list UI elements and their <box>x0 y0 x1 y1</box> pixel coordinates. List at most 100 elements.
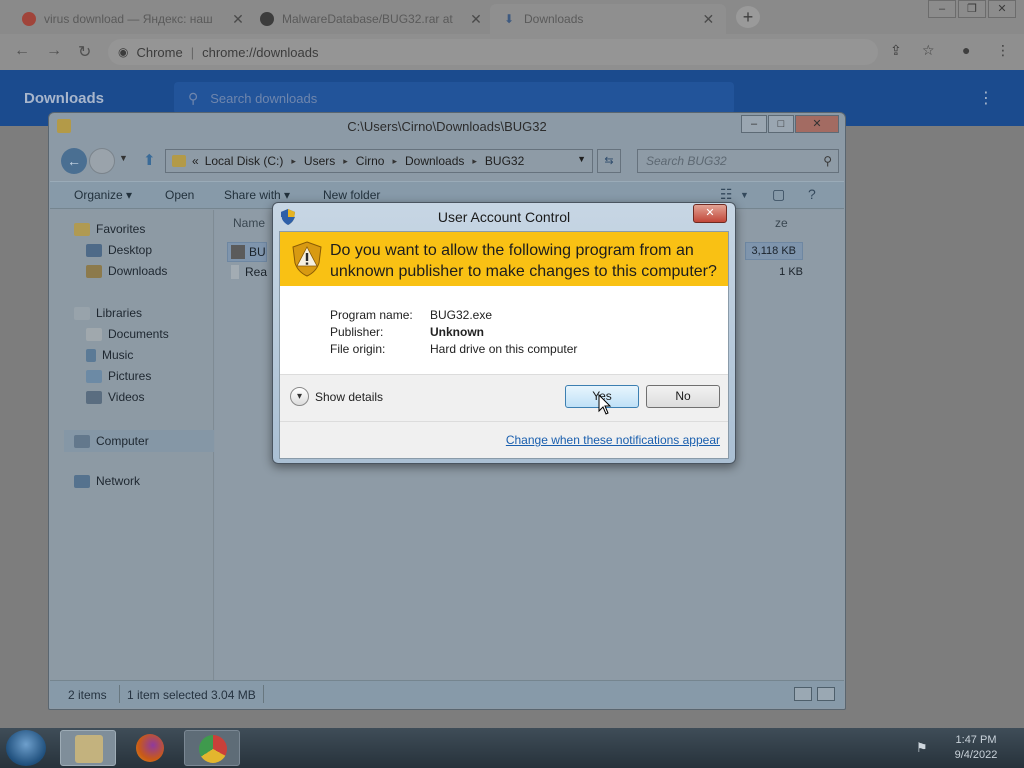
nav-label: Pictures <box>108 369 152 383</box>
omnibox[interactable]: ◉ Chrome | chrome://downloads <box>108 39 878 65</box>
back-arrow-icon[interactable]: ← <box>14 42 30 60</box>
history-chevron-icon[interactable]: ▼ <box>119 153 128 163</box>
chevron-right-icon[interactable]: ▸ <box>291 156 296 167</box>
breadcrumb-item[interactable]: Users <box>304 154 335 168</box>
show-details-button[interactable]: ▾ Show details <box>290 387 383 406</box>
search-icon: ⚲ <box>188 89 199 106</box>
explorer-minimize-button[interactable]: – <box>741 115 767 133</box>
preview-pane-icon[interactable]: ▢ <box>772 186 785 203</box>
github-icon <box>260 12 274 26</box>
omnibox-separator: | <box>190 44 195 60</box>
file-row-bug32[interactable]: BU <box>227 242 267 262</box>
file-row-readme[interactable]: Rea <box>227 262 267 282</box>
tab-close-icon[interactable]: ✕ <box>468 11 484 28</box>
no-button[interactable]: No <box>646 385 720 408</box>
tab-downloads[interactable]: ⬇ Downloads ✕ <box>490 4 726 34</box>
explorer-back-button[interactable]: ← <box>61 148 87 174</box>
nav-music[interactable]: Music <box>86 348 133 362</box>
breadcrumb-item[interactable]: Local Disk (C:) <box>205 154 284 168</box>
help-icon[interactable]: ? <box>808 186 816 202</box>
clock-date: 9/4/2022 <box>954 749 998 761</box>
downloads-search[interactable]: ⚲ Search downloads <box>174 82 734 114</box>
start-button[interactable] <box>6 730 46 766</box>
browser-window-controls: – ❐ ✕ <box>926 0 1016 18</box>
view-options-icon[interactable]: ☷ <box>720 186 733 203</box>
taskbar-chrome-button[interactable] <box>184 730 240 766</box>
explorer-search-input[interactable]: Search BUG32 ⚲ <box>637 149 839 173</box>
system-clock[interactable]: 1:47 PM 9/4/2022 <box>944 733 1008 763</box>
chevron-right-icon[interactable]: ▸ <box>392 156 397 167</box>
file-size: 1 KB <box>779 266 803 278</box>
explorer-maximize-button[interactable]: □ <box>768 115 794 133</box>
close-button[interactable]: ✕ <box>988 0 1016 18</box>
uac-dialog: User Account Control ✕ Do you want to al… <box>272 202 736 464</box>
action-center-flag-icon[interactable]: ⚑ <box>916 740 928 756</box>
chevron-right-icon[interactable]: ▸ <box>343 156 348 167</box>
tab-github[interactable]: MalwareDatabase/BUG32.rar at ✕ <box>248 4 494 34</box>
chevron-right-icon[interactable]: ▸ <box>472 156 477 167</box>
program-name-label: Program name: <box>330 308 413 322</box>
nav-libraries[interactable]: Libraries <box>74 306 142 320</box>
breadcrumb-item[interactable]: Cirno <box>356 154 385 168</box>
explorer-close-button[interactable]: ✕ <box>795 115 839 133</box>
nav-computer[interactable]: Computer <box>64 430 214 452</box>
details-view-icon[interactable] <box>794 687 812 701</box>
address-bar[interactable]: « Local Disk (C:) ▸ Users ▸ Cirno ▸ Down… <box>165 149 593 173</box>
chevron-down-icon[interactable]: ▼ <box>740 190 749 200</box>
bookmark-star-icon[interactable]: ☆ <box>922 42 935 59</box>
forward-arrow-icon[interactable]: → <box>46 42 62 60</box>
file-origin-value: Hard drive on this computer <box>430 342 578 356</box>
chrome-logo-icon: ◉ <box>118 45 129 59</box>
chevron-down-icon: ▾ <box>290 387 309 406</box>
downloads-menu-icon[interactable]: ⋮ <box>978 88 994 108</box>
share-with-button[interactable]: Share with ▾ <box>224 188 290 202</box>
status-selection: 1 item selected 3.04 MB <box>127 688 256 702</box>
change-notifications-link[interactable]: Change when these notifications appear <box>506 433 720 447</box>
search-icon: ⚲ <box>823 154 832 168</box>
nav-videos[interactable]: Videos <box>86 390 144 404</box>
breadcrumb-overflow[interactable]: « <box>192 154 199 168</box>
profile-icon[interactable]: ● <box>962 42 970 58</box>
share-icon[interactable]: ⇪ <box>890 42 902 59</box>
chevron-down-icon[interactable]: ▼ <box>577 154 586 164</box>
taskbar-explorer-button[interactable] <box>60 730 116 766</box>
nav-favorites[interactable]: Favorites <box>74 222 145 236</box>
nav-pictures[interactable]: Pictures <box>86 369 151 383</box>
tab-close-icon[interactable]: ✕ <box>701 11 716 28</box>
large-icons-view-icon[interactable] <box>817 687 835 701</box>
documents-icon <box>86 327 102 341</box>
column-header-size[interactable]: ze <box>775 216 788 230</box>
text-file-icon <box>231 265 239 279</box>
breadcrumb-item[interactable]: BUG32 <box>485 154 524 168</box>
music-icon <box>86 348 96 362</box>
nav-documents[interactable]: Documents <box>86 327 169 341</box>
new-folder-button[interactable]: New folder <box>323 188 380 202</box>
uac-close-button[interactable]: ✕ <box>693 204 727 223</box>
refresh-icon[interactable]: ⇆ <box>597 149 621 173</box>
downloads-search-placeholder: Search downloads <box>210 90 318 106</box>
nav-desktop[interactable]: Desktop <box>86 243 152 257</box>
explorer-status-bar: 2 items 1 item selected 3.04 MB <box>50 680 844 708</box>
restore-button[interactable]: ❐ <box>958 0 986 18</box>
column-header-name[interactable]: Name <box>233 216 265 230</box>
tab-yandex[interactable]: virus download — Яндекс: наш ✕ <box>10 4 256 34</box>
star-icon <box>74 222 90 236</box>
uac-footer: ▾ Show details Yes No Change when these … <box>280 374 728 458</box>
up-arrow-icon[interactable]: ⬆ <box>143 151 156 169</box>
open-button[interactable]: Open <box>165 188 194 202</box>
minimize-button[interactable]: – <box>928 0 956 18</box>
explorer-forward-button[interactable] <box>89 148 115 174</box>
nav-network[interactable]: Network <box>74 474 140 488</box>
new-tab-button[interactable]: + <box>736 6 760 28</box>
taskbar-firefox-button[interactable] <box>122 730 178 766</box>
organize-button[interactable]: Organize ▾ <box>74 188 132 202</box>
uac-body: Do you want to allow the following progr… <box>279 231 729 459</box>
breadcrumb-item[interactable]: Downloads <box>405 154 464 168</box>
pictures-icon <box>86 369 102 383</box>
explorer-title: C:\Users\Cirno\Downloads\BUG32 <box>347 119 547 134</box>
omnibox-url: chrome://downloads <box>202 44 319 60</box>
kebab-menu-icon[interactable]: ⋮ <box>996 42 1010 59</box>
tab-close-icon[interactable]: ✕ <box>230 11 246 28</box>
nav-downloads[interactable]: Downloads <box>86 264 167 278</box>
reload-icon[interactable]: ↻ <box>78 42 91 62</box>
